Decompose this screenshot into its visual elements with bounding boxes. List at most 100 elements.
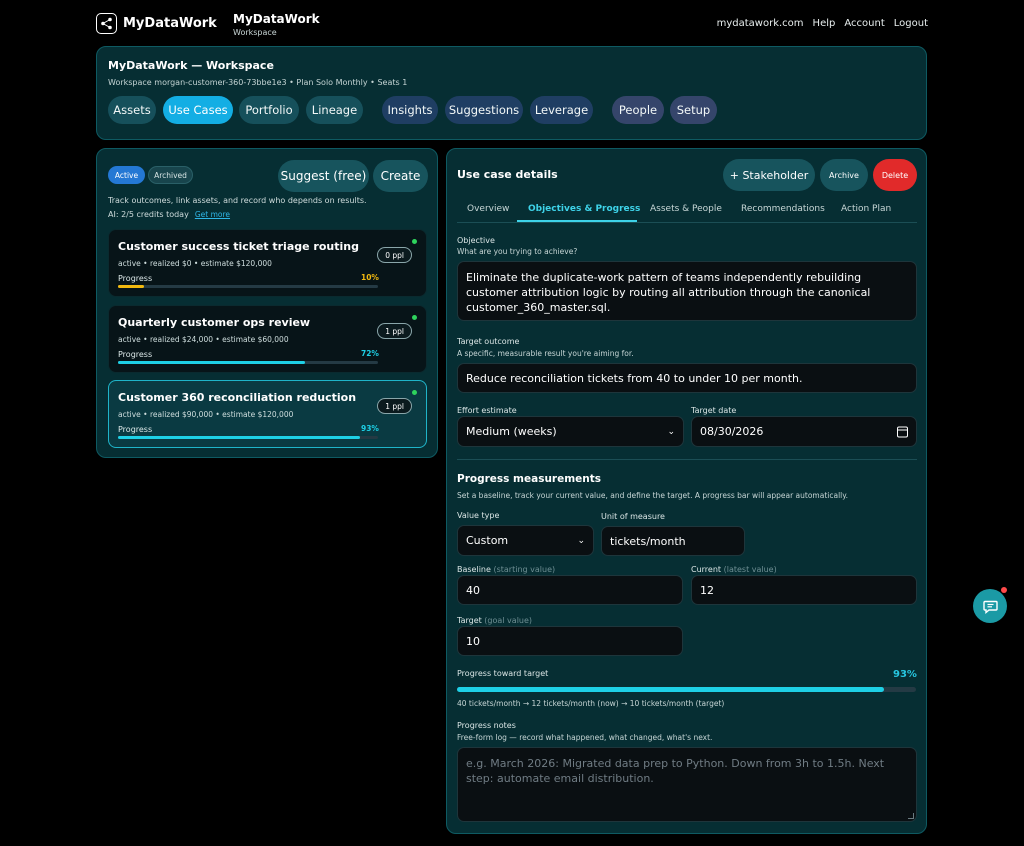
progress-percent: 10% xyxy=(361,273,379,282)
current-input[interactable]: 12 xyxy=(691,575,917,605)
list-help-text: Track outcomes, link assets, and record … xyxy=(108,196,367,205)
progress-bar-fill xyxy=(118,361,306,364)
share-nodes-icon xyxy=(96,13,117,34)
details-title: Use case details xyxy=(457,168,558,181)
use-case-card[interactable]: Quarterly customer ops review active • r… xyxy=(108,305,427,373)
logo[interactable]: MyDataWork xyxy=(96,13,217,34)
subtab-recommendations[interactable]: Recommendations xyxy=(741,204,825,214)
tab-use-cases[interactable]: Use Cases xyxy=(163,96,233,124)
tab-leverage[interactable]: Leverage xyxy=(530,96,593,124)
top-bar: MyDataWork MyDataWork Workspace mydatawo… xyxy=(96,10,928,40)
notification-dot xyxy=(1001,587,1007,593)
filter-active-chip[interactable]: Active xyxy=(108,166,145,184)
delete-button[interactable]: Delete xyxy=(873,159,917,191)
effort-estimate-value: Medium (weeks) xyxy=(466,425,557,438)
status-dot xyxy=(412,315,417,320)
tab-setup[interactable]: Setup xyxy=(670,96,717,124)
resize-grip-icon[interactable] xyxy=(908,813,914,819)
tab-suggestions[interactable]: Suggestions xyxy=(445,96,523,124)
progress-bar-fill xyxy=(118,436,360,439)
subtab-overview[interactable]: Overview xyxy=(467,204,509,214)
progress-label: Progress xyxy=(118,425,153,434)
nav-link-site[interactable]: mydatawork.com xyxy=(717,18,804,29)
brand-subtitle: Workspace xyxy=(233,28,277,37)
baseline-label-text: Baseline xyxy=(457,565,491,574)
effort-estimate-label: Effort estimate xyxy=(457,406,517,415)
tab-assets[interactable]: Assets xyxy=(108,96,156,124)
brand: MyDataWork Workspace xyxy=(233,12,320,37)
baseline-hint: (starting value) xyxy=(493,565,556,574)
target-outcome-label: Target outcome xyxy=(457,337,520,346)
chevron-down-icon: ⌄ xyxy=(577,535,585,546)
suggest-button[interactable]: Suggest (free) xyxy=(278,160,369,192)
objective-textarea[interactable]: Eliminate the duplicate-work pattern of … xyxy=(457,261,917,321)
progress-notes-label: Progress notes xyxy=(457,721,516,730)
nav-link-help[interactable]: Help xyxy=(813,18,836,29)
create-button[interactable]: Create xyxy=(373,160,428,192)
progress-bar xyxy=(118,436,378,439)
people-count-badge: 0 ppl xyxy=(377,247,412,263)
target-date-input[interactable]: 08/30/2026 xyxy=(691,416,917,447)
progress-percent: 72% xyxy=(361,349,379,358)
nav-link-account[interactable]: Account xyxy=(844,18,884,29)
progress-toward-bar-fill xyxy=(457,687,884,692)
top-nav: mydatawork.com Help Account Logout xyxy=(717,18,928,29)
value-type-select[interactable]: Custom ⌄ xyxy=(457,525,594,556)
progress-toward-percent: 93% xyxy=(893,669,917,680)
progress-percent: 93% xyxy=(361,424,379,433)
current-hint: (latest value) xyxy=(723,565,777,574)
progress-notes-placeholder: e.g. March 2026: Migrated data prep to P… xyxy=(466,757,885,785)
workspace-meta: Workspace morgan-customer-360-73bbe1e3 •… xyxy=(108,78,408,87)
tab-insights[interactable]: Insights xyxy=(382,96,438,124)
unit-of-measure-label: Unit of measure xyxy=(601,512,665,521)
chat-bubble-icon xyxy=(982,600,998,614)
chat-button[interactable] xyxy=(973,589,1007,623)
use-case-list-panel: Active Archived Suggest (free) Create Tr… xyxy=(96,148,438,458)
tab-people[interactable]: People xyxy=(612,96,664,124)
section-divider xyxy=(457,459,917,460)
status-dot xyxy=(412,239,417,244)
get-more-link[interactable]: Get more xyxy=(195,210,230,219)
progress-bar xyxy=(118,361,378,364)
calendar-icon[interactable] xyxy=(897,426,908,437)
current-label: Current (latest value) xyxy=(691,565,777,574)
progress-notes-textarea[interactable]: e.g. March 2026: Migrated data prep to P… xyxy=(457,747,917,822)
subtab-assets-people[interactable]: Assets & People xyxy=(650,204,722,214)
use-case-card[interactable]: Customer success ticket triage routing a… xyxy=(108,229,427,297)
add-stakeholder-button[interactable]: + Stakeholder xyxy=(723,159,815,191)
nav-link-logout[interactable]: Logout xyxy=(894,18,928,29)
tab-portfolio[interactable]: Portfolio xyxy=(239,96,299,124)
target-date-value: 08/30/2026 xyxy=(700,425,764,438)
effort-estimate-select[interactable]: Medium (weeks) ⌄ xyxy=(457,416,684,447)
progress-toward-summary: 40 tickets/month → 12 tickets/month (now… xyxy=(457,699,725,708)
use-case-card-selected[interactable]: Customer 360 reconciliation reduction ac… xyxy=(108,380,427,448)
chevron-down-icon: ⌄ xyxy=(667,426,675,437)
people-count-badge: 1 ppl xyxy=(377,398,412,414)
progress-section-title: Progress measurements xyxy=(457,473,602,485)
use-case-summary: active • realized $0 • estimate $120,000 xyxy=(118,259,272,268)
progress-toward-label: Progress toward target xyxy=(457,669,549,678)
target-outcome-input[interactable]: Reduce reconciliation tickets from 40 to… xyxy=(457,363,917,393)
subtab-objectives-progress[interactable]: Objectives & Progress xyxy=(528,204,640,214)
progress-notes-help: Free-form log — record what happened, wh… xyxy=(457,733,713,742)
tab-lineage[interactable]: Lineage xyxy=(306,96,363,124)
workspace-title: MyDataWork — Workspace xyxy=(108,59,274,72)
baseline-input[interactable]: 40 xyxy=(457,575,683,605)
details-subtabs: Overview Objectives & Progress Assets & … xyxy=(457,199,917,223)
use-case-summary: active • realized $90,000 • estimate $12… xyxy=(118,410,294,419)
objective-help: What are you trying to achieve? xyxy=(457,247,578,256)
use-case-title: Customer success ticket triage routing xyxy=(118,240,359,253)
status-dot xyxy=(412,390,417,395)
archive-button[interactable]: Archive xyxy=(820,159,868,191)
brand-title: MyDataWork xyxy=(233,12,320,26)
value-type-label: Value type xyxy=(457,511,500,520)
unit-of-measure-input[interactable]: tickets/month xyxy=(601,526,745,556)
workspace-header: MyDataWork — Workspace Workspace morgan-… xyxy=(96,46,927,140)
target-input[interactable]: 10 xyxy=(457,626,683,656)
active-subtab-underline xyxy=(517,220,637,222)
use-case-summary: active • realized $24,000 • estimate $60… xyxy=(118,335,289,344)
subtab-action-plan[interactable]: Action Plan xyxy=(841,204,891,214)
target-hint: (goal value) xyxy=(484,616,533,625)
filter-archived-chip[interactable]: Archived xyxy=(148,166,193,184)
progress-section-help: Set a baseline, track your current value… xyxy=(457,491,848,500)
